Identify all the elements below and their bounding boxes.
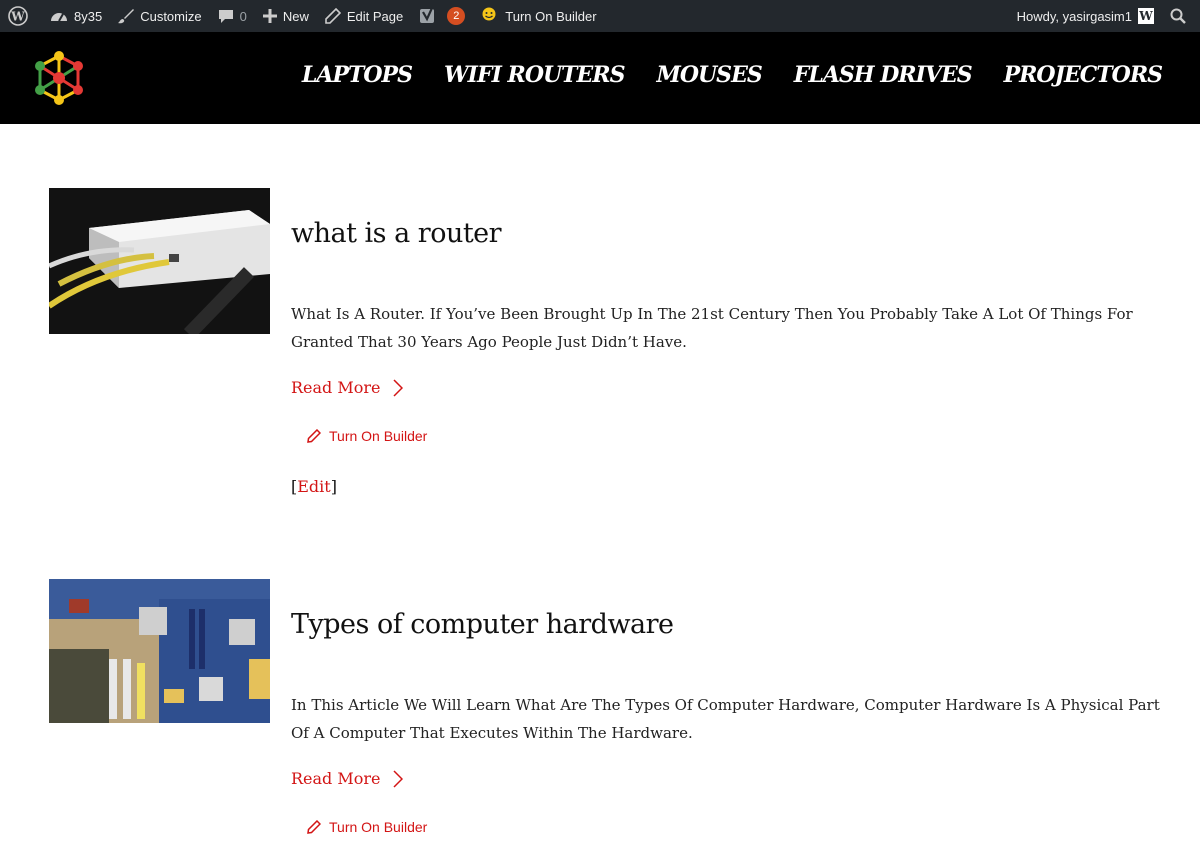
- builder-label: Turn On Builder: [505, 8, 597, 24]
- yoast-icon: [420, 7, 435, 23]
- router-image: [49, 188, 270, 334]
- motherboard-image: [49, 579, 270, 723]
- site-name-link[interactable]: 8y35: [42, 0, 110, 32]
- post-excerpt: In This Article We Will Learn What Are T…: [291, 696, 1160, 742]
- wordpress-icon: W: [8, 6, 28, 26]
- site-name: 8y35: [74, 8, 103, 24]
- svg-text:W: W: [10, 10, 25, 24]
- post-title[interactable]: Types of computer hardware: [291, 609, 674, 640]
- my-account-link[interactable]: Howdy, yasirgasim1 W: [1009, 0, 1162, 32]
- site-header: LAPTOPS WIFI ROUTERS MOUSES FLASH DRIVES…: [0, 32, 1200, 124]
- edit-page-label: Edit Page: [346, 8, 404, 24]
- comments-link[interactable]: 0: [210, 0, 255, 32]
- wordpress-menu[interactable]: W: [0, 0, 42, 32]
- nav-item-wifi-routers[interactable]: WIFI ROUTERS: [444, 62, 626, 88]
- builder-label: Turn On Builder: [329, 428, 428, 444]
- chevron-right-icon: [392, 769, 403, 788]
- search-icon: [1170, 8, 1186, 24]
- yoast-count-badge: 2: [447, 7, 466, 25]
- admin-bar: W 8y35 Customize 0 New Edit Page 2 Turn …: [0, 0, 1200, 32]
- chevron-right-icon: [392, 378, 403, 397]
- read-more-link[interactable]: Read More: [291, 378, 403, 397]
- builder-icon: [482, 7, 496, 21]
- post-title[interactable]: what is a router: [291, 218, 502, 249]
- nav-item-laptops[interactable]: LAPTOPS: [302, 62, 413, 88]
- nav-item-mouses[interactable]: MOUSES: [656, 62, 762, 88]
- site-logo[interactable]: [30, 48, 88, 108]
- comments-count: 0: [239, 8, 247, 24]
- new-content-link[interactable]: New: [255, 0, 317, 32]
- turn-on-builder-button[interactable]: Turn On Builder: [307, 428, 427, 444]
- pencil-icon: [307, 429, 321, 443]
- pencil-icon: [307, 820, 321, 834]
- customize-link[interactable]: Customize: [110, 0, 209, 32]
- avatar: W: [1138, 8, 1154, 24]
- turn-on-builder-button[interactable]: Turn On Builder: [307, 819, 427, 835]
- brush-icon: [118, 9, 135, 24]
- read-more-label: Read More: [291, 769, 381, 788]
- edit-link[interactable]: Edit: [297, 477, 330, 496]
- post-thumbnail-hardware[interactable]: [49, 579, 270, 723]
- howdy-label: Howdy, yasirgasim1: [1016, 8, 1132, 24]
- nav-item-projectors[interactable]: PROJECTORS: [1004, 62, 1163, 88]
- nav-item-flash-drives[interactable]: FLASH DRIVES: [794, 62, 973, 88]
- yoast-menu[interactable]: 2: [411, 0, 473, 32]
- comment-icon: [218, 10, 233, 23]
- post-thumbnail-router[interactable]: [49, 188, 270, 334]
- customize-label: Customize: [140, 8, 202, 24]
- post-excerpt: What Is A Router. If You’ve Been Brought…: [291, 305, 1133, 351]
- read-more-label: Read More: [291, 378, 381, 397]
- edit-page-link[interactable]: Edit Page: [317, 0, 411, 32]
- edit-link-wrap: [Edit]: [291, 477, 337, 496]
- plus-icon: [262, 9, 277, 23]
- builder-label: Turn On Builder: [329, 819, 428, 835]
- read-more-link[interactable]: Read More: [291, 769, 403, 788]
- dashboard-icon: [51, 13, 67, 22]
- new-label: New: [282, 8, 309, 24]
- network-logo-icon: [35, 51, 83, 105]
- turn-on-builder-link[interactable]: Turn On Builder: [473, 0, 604, 32]
- main-nav: LAPTOPS WIFI ROUTERS MOUSES FLASH DRIVES…: [302, 62, 1163, 88]
- search-button[interactable]: [1162, 0, 1200, 32]
- pencil-icon: [325, 8, 341, 24]
